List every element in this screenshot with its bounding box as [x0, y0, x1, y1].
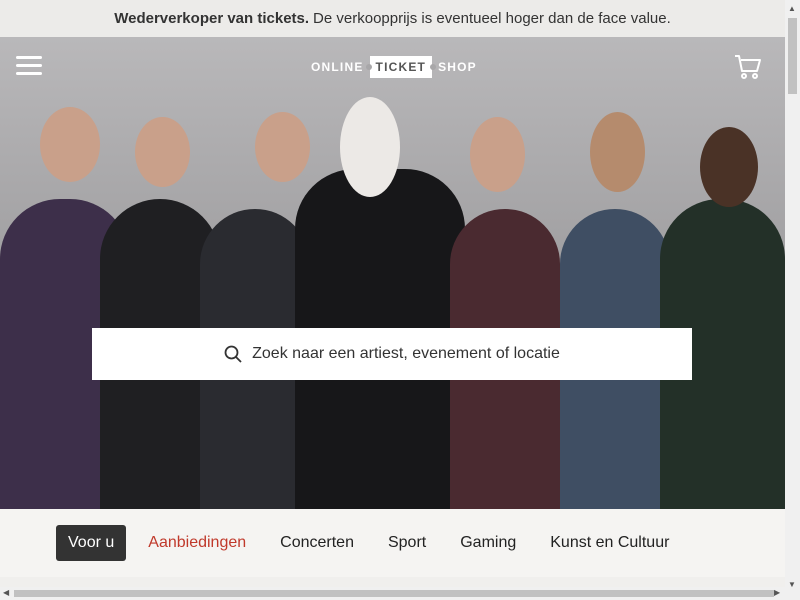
- scroll-up-icon[interactable]: ▲: [788, 4, 796, 13]
- search-placeholder: Zoek naar een artiest, evenement of loca…: [252, 345, 560, 362]
- band-member-head: [700, 127, 758, 207]
- hamburger-menu-icon[interactable]: [16, 56, 42, 76]
- tab-kunst-en-cultuur[interactable]: Kunst en Cultuur: [550, 534, 669, 552]
- scroll-right-icon[interactable]: ▶: [774, 588, 780, 597]
- band-member-head: [470, 117, 525, 192]
- banner-text: De verkoopprijs is eventueel hoger dan d…: [313, 10, 671, 27]
- tab-gaming[interactable]: Gaming: [460, 534, 516, 552]
- logo-online: ONLINE: [311, 60, 364, 74]
- band-member-head: [255, 112, 310, 182]
- site-logo[interactable]: ONLINE TICKET SHOP: [311, 55, 477, 79]
- scroll-down-icon[interactable]: ▼: [788, 580, 796, 589]
- category-nav: Voor u Aanbiedingen Concerten Sport Gami…: [0, 509, 785, 577]
- search-icon: [224, 345, 242, 363]
- tab-concerten[interactable]: Concerten: [280, 534, 354, 552]
- reseller-banner: Wederverkoper van tickets. De verkooppri…: [0, 0, 785, 37]
- tab-aanbiedingen[interactable]: Aanbiedingen: [148, 534, 246, 552]
- band-member-head: [135, 117, 190, 187]
- search-input[interactable]: Zoek naar een artiest, evenement of loca…: [92, 328, 692, 380]
- vertical-scrollbar[interactable]: ▲ ▼: [785, 0, 800, 600]
- logo-ticket: TICKET: [365, 56, 436, 78]
- horizontal-scrollbar-thumb[interactable]: [14, 590, 774, 597]
- scroll-left-icon[interactable]: ◀: [3, 588, 9, 597]
- shopping-cart-icon[interactable]: [734, 54, 762, 80]
- tab-voor-u[interactable]: Voor u: [56, 525, 127, 561]
- logo-shop: SHOP: [438, 60, 477, 74]
- horizontal-scrollbar[interactable]: ◀ ▶: [0, 587, 785, 600]
- tab-sport[interactable]: Sport: [388, 534, 426, 552]
- banner-bold-text: Wederverkoper van tickets.: [114, 10, 310, 27]
- scrollbar-thumb[interactable]: [788, 18, 797, 94]
- band-member-head: [40, 107, 100, 182]
- band-member-hat: [340, 97, 400, 197]
- hero-image: [0, 37, 785, 509]
- band-member-head: [590, 112, 645, 192]
